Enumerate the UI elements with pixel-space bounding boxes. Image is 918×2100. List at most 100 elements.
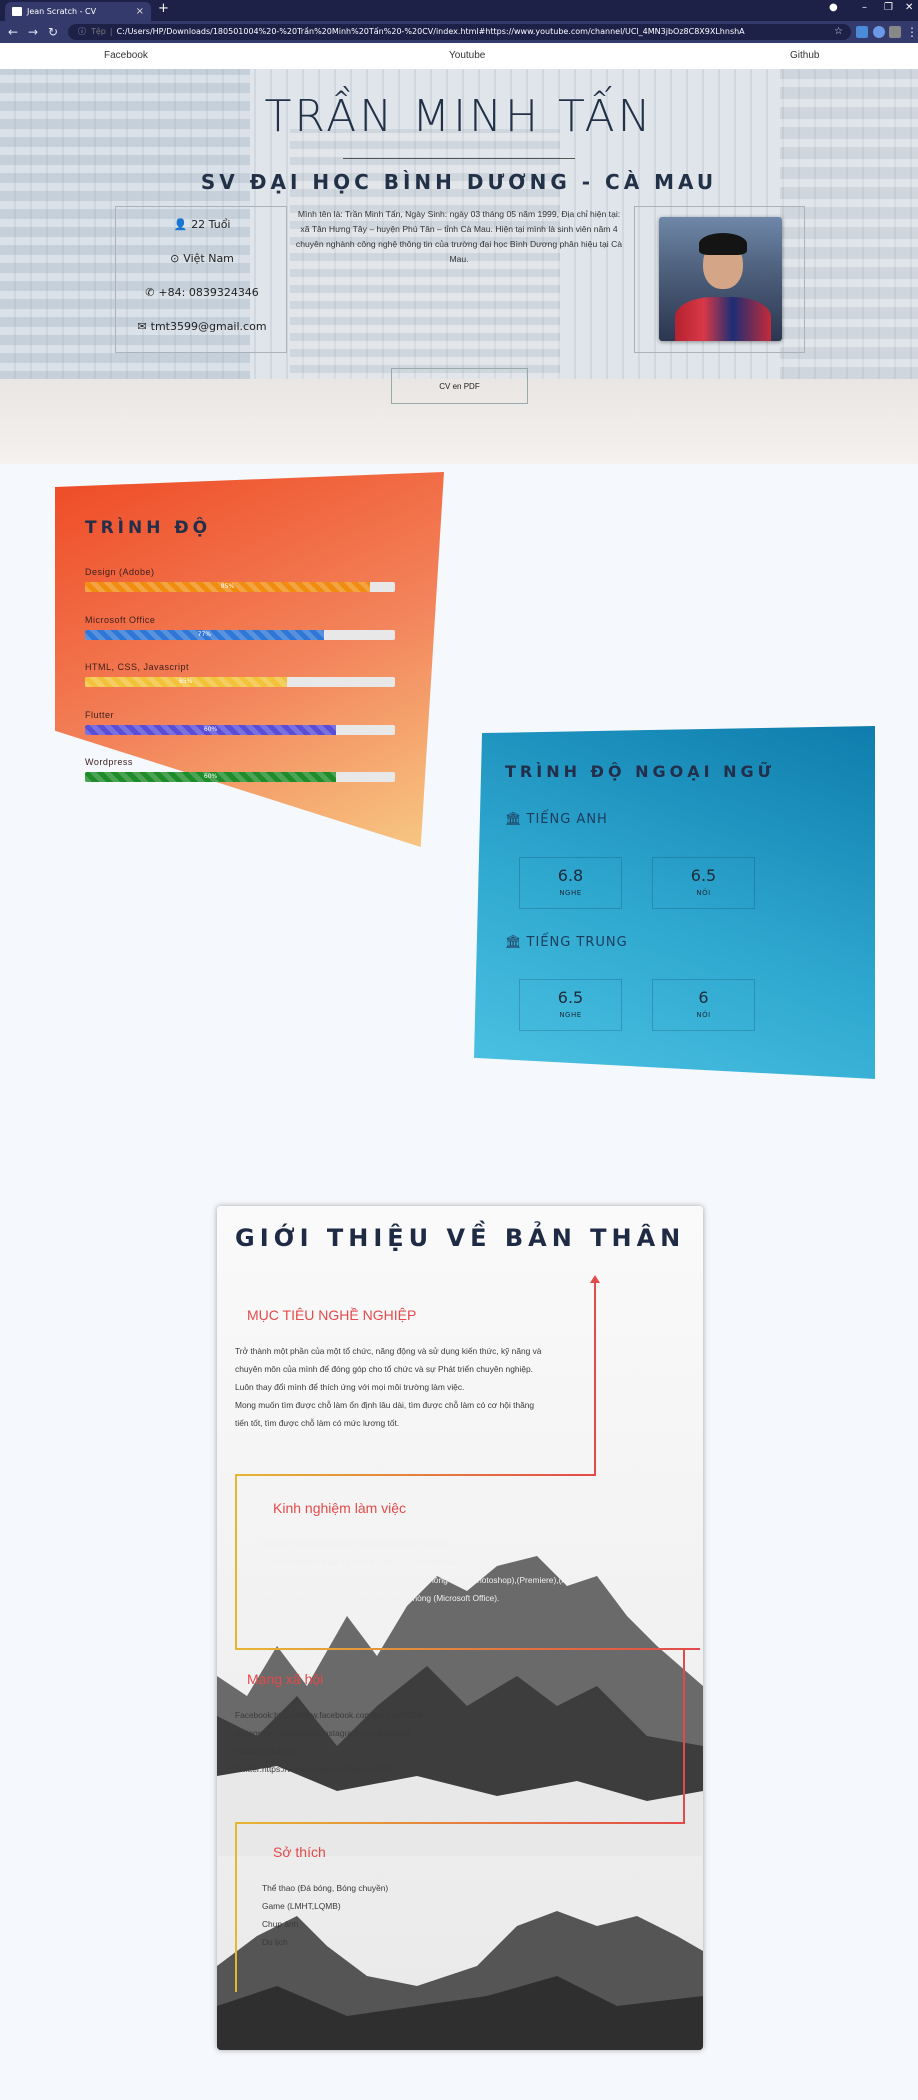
experience-line: Có kinh nghiệm lập trình mobile căng bản… <box>262 1539 451 1549</box>
goal-text: Trở thành một phần của một tổ chức, năng… <box>235 1342 541 1432</box>
address-bar[interactable]: ⓘ Tệp | C:/Users/HP/Downloads/180501004%20-… <box>68 24 851 40</box>
bio-paragraph: Mình tên là: Trần Minh Tấn, Ngày Sinh: n… <box>295 209 623 264</box>
nav-link-facebook[interactable]: Facebook <box>104 50 148 61</box>
age-text: 22 Tuổi <box>191 218 231 231</box>
english-listen-score: 6.8 NGHE <box>519 857 622 909</box>
about-card: GIỚI THIỆU VỀ BẢN THÂN MỤC TIÊU NGHỀ NGH… <box>217 1206 703 2050</box>
cv-pdf-button[interactable]: CV en PDF <box>391 368 528 404</box>
browser-tabbar: Jean Scratch - CV × + ● – ❐ ✕ <box>0 0 918 21</box>
experience-line: Có kinh nghiệm về thiết kế Design, sử dụ… <box>262 1575 574 1585</box>
english-speak-score: 6.5 NÓI <box>652 857 755 909</box>
connector-line-mid <box>235 1648 700 1650</box>
puzzle-icon[interactable] <box>889 26 901 38</box>
connector-line-right <box>683 1648 685 1824</box>
skill-bar-track: 85% <box>85 582 395 592</box>
info-box: 👤 22 Tuổi ⊙ Việt Nam ✆ +84: 0839324346 ✉ tmt… <box>115 206 287 353</box>
lang-chinese-heading: 🏛 TIẾNG TRUNG <box>505 935 628 950</box>
bookmark-star-icon[interactable]: ☆ <box>834 24 843 40</box>
maximize-icon[interactable]: ❐ <box>884 2 893 13</box>
photo-hair <box>699 233 747 255</box>
hero-divider <box>343 158 575 159</box>
profile-photo <box>659 217 782 341</box>
score-value: 6.5 <box>690 866 717 885</box>
score-label: NGHE <box>559 1011 582 1019</box>
info-phone: ✆ +84: 0839324346 <box>116 286 288 299</box>
languages-title: TRÌNH ĐỘ NGOẠI NGỮ <box>505 762 776 781</box>
hero-subtitle: SV ĐẠI HỌC BÌNH DƯƠNG - CÀ MAU <box>200 170 718 194</box>
skill-label: Wordpress <box>85 757 133 767</box>
forward-arrow-icon[interactable]: → <box>28 24 38 40</box>
goal-line: Trở thành một phần của một tổ chức, năng… <box>235 1346 542 1356</box>
score-value: 6.5 <box>557 988 584 1007</box>
connector-line-left <box>235 1474 237 1650</box>
goal-line: tiến tốt, tìm được chỗ làm có mức lương … <box>235 1418 400 1428</box>
skill-bar-track: 60% <box>85 772 395 782</box>
new-tab-button[interactable]: + <box>158 1 169 16</box>
browser-toolbar: ← → ↻ ⓘ Tệp | C:/Users/HP/Downloads/1805010… <box>0 21 918 43</box>
hero-name: TRẦN MINH TẤN <box>264 91 654 142</box>
user-icon: 👤 <box>173 218 188 231</box>
hobby-line: Du lịch <box>262 1937 288 1947</box>
bank-icon: 🏛 <box>505 935 523 950</box>
browser-tab[interactable]: Jean Scratch - CV × <box>5 2 151 21</box>
score-label: NGHE <box>559 889 582 897</box>
skill-bar-fill: 77% <box>85 629 324 640</box>
nav-link-github[interactable]: Github <box>790 50 819 61</box>
score-label: NÓI <box>696 889 711 897</box>
site-nav: Facebook Youtube Github <box>0 43 918 69</box>
photo-box <box>634 206 805 353</box>
tab-title: Jean Scratch - CV <box>27 7 97 16</box>
social-line[interactable]: Github: tmt3599. <box>235 1742 424 1760</box>
skill-bar-track: 65% <box>85 677 395 687</box>
address-url[interactable]: C:/Users/HP/Downloads/180501004%20-%20Tr… <box>117 27 745 36</box>
extension-icon[interactable] <box>873 26 885 38</box>
chinese-listen-score: 6.5 NGHE <box>519 979 622 1031</box>
translate-icon[interactable] <box>856 26 868 38</box>
hobby-line: Game (LMHT,LQMB) <box>262 1901 341 1911</box>
skills-title: TRÌNH ĐỘ <box>85 518 212 538</box>
info-age: 👤 22 Tuổi <box>116 218 288 231</box>
back-arrow-icon[interactable]: ← <box>8 24 18 40</box>
skill-bar-fill: 60% <box>85 724 337 735</box>
lang-english-heading: 🏛 TIẾNG ANH <box>505 812 608 827</box>
about-title: GIỚI THIỆU VỀ BẢN THÂN <box>235 1224 686 1252</box>
reload-icon[interactable]: ↻ <box>48 24 58 40</box>
phone-icon: ✆ <box>145 286 155 299</box>
connector-line-lower <box>235 1822 685 1824</box>
window-close-icon[interactable]: ✕ <box>905 2 913 13</box>
social-line[interactable]: Instagram: https://www.instagram.com/tmt… <box>235 1724 424 1742</box>
chinese-speak-score: 6 NÓI <box>652 979 755 1031</box>
url-separator: | <box>109 27 113 36</box>
profile-icon[interactable]: ● <box>829 2 838 13</box>
goal-line: Mong muốn tìm được chỗ làm ổn định lâu d… <box>235 1400 535 1410</box>
envelope-icon: ✉ <box>137 320 147 333</box>
nav-link-youtube[interactable]: Youtube <box>449 50 485 61</box>
social-line[interactable]: Facebook:https://www.facebook.com/minhta… <box>235 1706 424 1724</box>
skill-label: HTML, CSS, Javascript <box>85 662 190 672</box>
hobby-text: Thể thao (Đá bóng, Bóng chuyền) Game (LM… <box>262 1879 388 1951</box>
location-icon: ⊙ <box>170 252 180 265</box>
skill-bar-fill: 85% <box>85 582 371 592</box>
info-email: ✉ tmt3599@gmail.com <box>116 320 288 333</box>
menu-dots-icon[interactable]: ⋮ <box>906 24 918 40</box>
info-icon[interactable]: ⓘ <box>78 27 86 36</box>
skill-label: Design (Adobe) <box>85 567 155 577</box>
secure-label: Tệp <box>91 27 106 36</box>
skill-label: Microsoft Office <box>85 614 156 625</box>
arrow-line-vertical <box>594 1282 596 1476</box>
goal-line: chuyên môn của mình để đóng góp cho tổ c… <box>235 1364 534 1374</box>
social-line[interactable]: Twitter:https://www.twitter.com/trantan3… <box>235 1760 424 1778</box>
goal-title: MỤC TIÊU NGHỀ NGHIỆP <box>247 1307 417 1323</box>
tab-favicon-icon <box>12 7 22 16</box>
minimize-icon[interactable]: – <box>862 2 867 13</box>
skill-label: Flutter <box>85 709 115 720</box>
experience-line: Sử dụng thông thạo các ứng dụng văn phòn… <box>262 1593 500 1603</box>
goal-line: Luôn thay đổi mình để thích ứng với mọi … <box>235 1382 465 1392</box>
hobby-line: Chụp ảnh <box>262 1919 299 1929</box>
arrow-up-icon <box>590 1275 600 1283</box>
tab-close-icon[interactable]: × <box>136 2 144 21</box>
lang-english-name: TIẾNG ANH <box>526 812 608 827</box>
experience-line: Có kinh nghiệm thiết kế web (HTML,CSS, W… <box>262 1557 465 1567</box>
bank-icon: 🏛 <box>505 812 523 827</box>
phone-text: +84: 0839324346 <box>158 286 259 299</box>
